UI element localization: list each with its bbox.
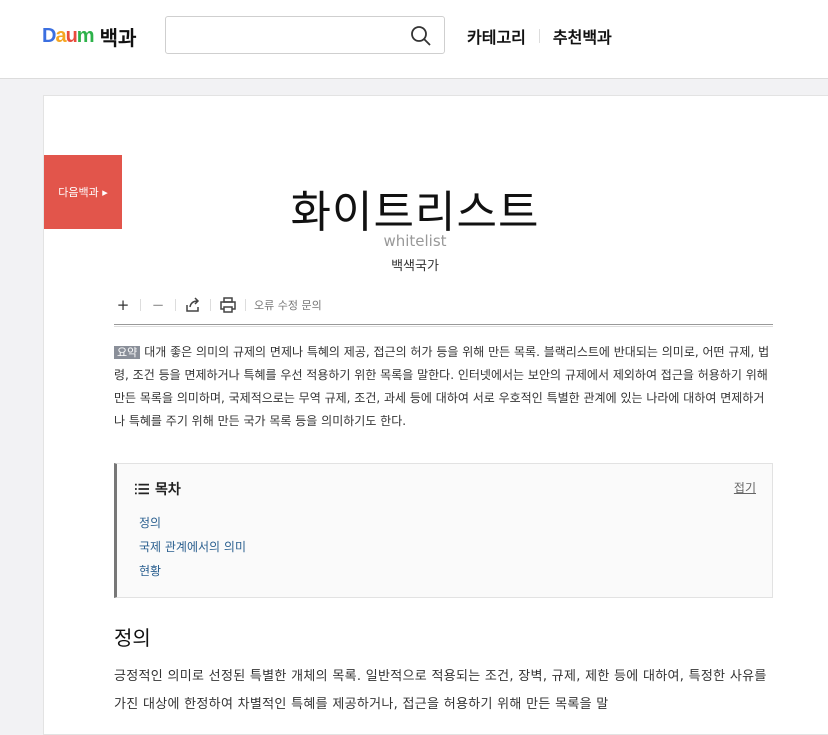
logo-text: 백과: [99, 25, 137, 50]
summary-text: 대개 좋은 의미의 규제의 면제나 특혜의 제공, 접근의 허가 등을 위해 만…: [114, 345, 770, 428]
font-decrease-button[interactable]: −: [149, 296, 167, 314]
article-title-english: whitelist: [383, 232, 447, 250]
logo-letter-d: D: [42, 24, 56, 47]
list-icon: [135, 483, 149, 495]
search-input[interactable]: [176, 17, 410, 53]
toolbar-divider: [140, 299, 141, 311]
logo-letter-u: u: [65, 24, 78, 47]
toc-item-definition[interactable]: 정의: [139, 514, 246, 538]
article-alias: 백색국가: [391, 259, 439, 274]
toc-collapse-link[interactable]: 접기: [734, 479, 756, 496]
toc-list: 정의 국제 관계에서의 의미 현황: [139, 514, 246, 586]
toolbar-divider: [245, 299, 246, 311]
share-icon[interactable]: [184, 296, 202, 314]
toc-item-international[interactable]: 국제 관계에서의 의미: [139, 538, 246, 562]
search-icon[interactable]: [410, 25, 432, 47]
section-title: 정의: [114, 626, 151, 650]
daum-logo[interactable]: Daum 백과: [42, 22, 136, 50]
nav-recommended[interactable]: 추천백과: [553, 24, 612, 48]
logo-letter-a: a: [55, 24, 66, 47]
toc-heading-label: 목차: [155, 482, 181, 498]
toolbar-divider: [210, 299, 211, 311]
toolbar-rule: [114, 324, 773, 327]
report-error-link[interactable]: 오류 수정 문의: [254, 297, 322, 313]
nav-divider: [538, 29, 540, 43]
article-card: 다음백과 ▸ 화이트리스트 whitelist 백색국가 + − 오류 수정 문…: [43, 95, 828, 735]
article-summary: 요약 대개 좋은 의미의 규제의 면제나 특혜의 제공, 접근의 허가 등을 위해…: [114, 341, 773, 433]
toolbar-divider: [175, 299, 176, 311]
search-box[interactable]: [165, 16, 445, 54]
font-increase-button[interactable]: +: [114, 296, 132, 314]
nav-category[interactable]: 카테고리: [467, 24, 526, 48]
header-nav: 카테고리 추천백과: [467, 24, 612, 48]
summary-tag: 요약: [114, 346, 141, 359]
site-header: Daum 백과 카테고리 추천백과: [0, 0, 828, 79]
section-body: 긍정적인 의미로 선정된 특별한 개체의 목록. 일반적으로 적용되는 조건, …: [114, 669, 767, 712]
article-title: 화이트리스트: [290, 187, 540, 238]
daum-logo-mark: Daum: [42, 24, 95, 48]
article-toolbar: + − 오류 수정 문의: [114, 296, 322, 314]
logo-letter-m: m: [76, 24, 95, 47]
toc-heading: 목차: [135, 479, 181, 499]
print-icon[interactable]: [219, 296, 237, 314]
toc-item-status[interactable]: 현황: [139, 562, 246, 586]
table-of-contents: 목차 접기 정의 국제 관계에서의 의미 현황: [114, 463, 773, 598]
